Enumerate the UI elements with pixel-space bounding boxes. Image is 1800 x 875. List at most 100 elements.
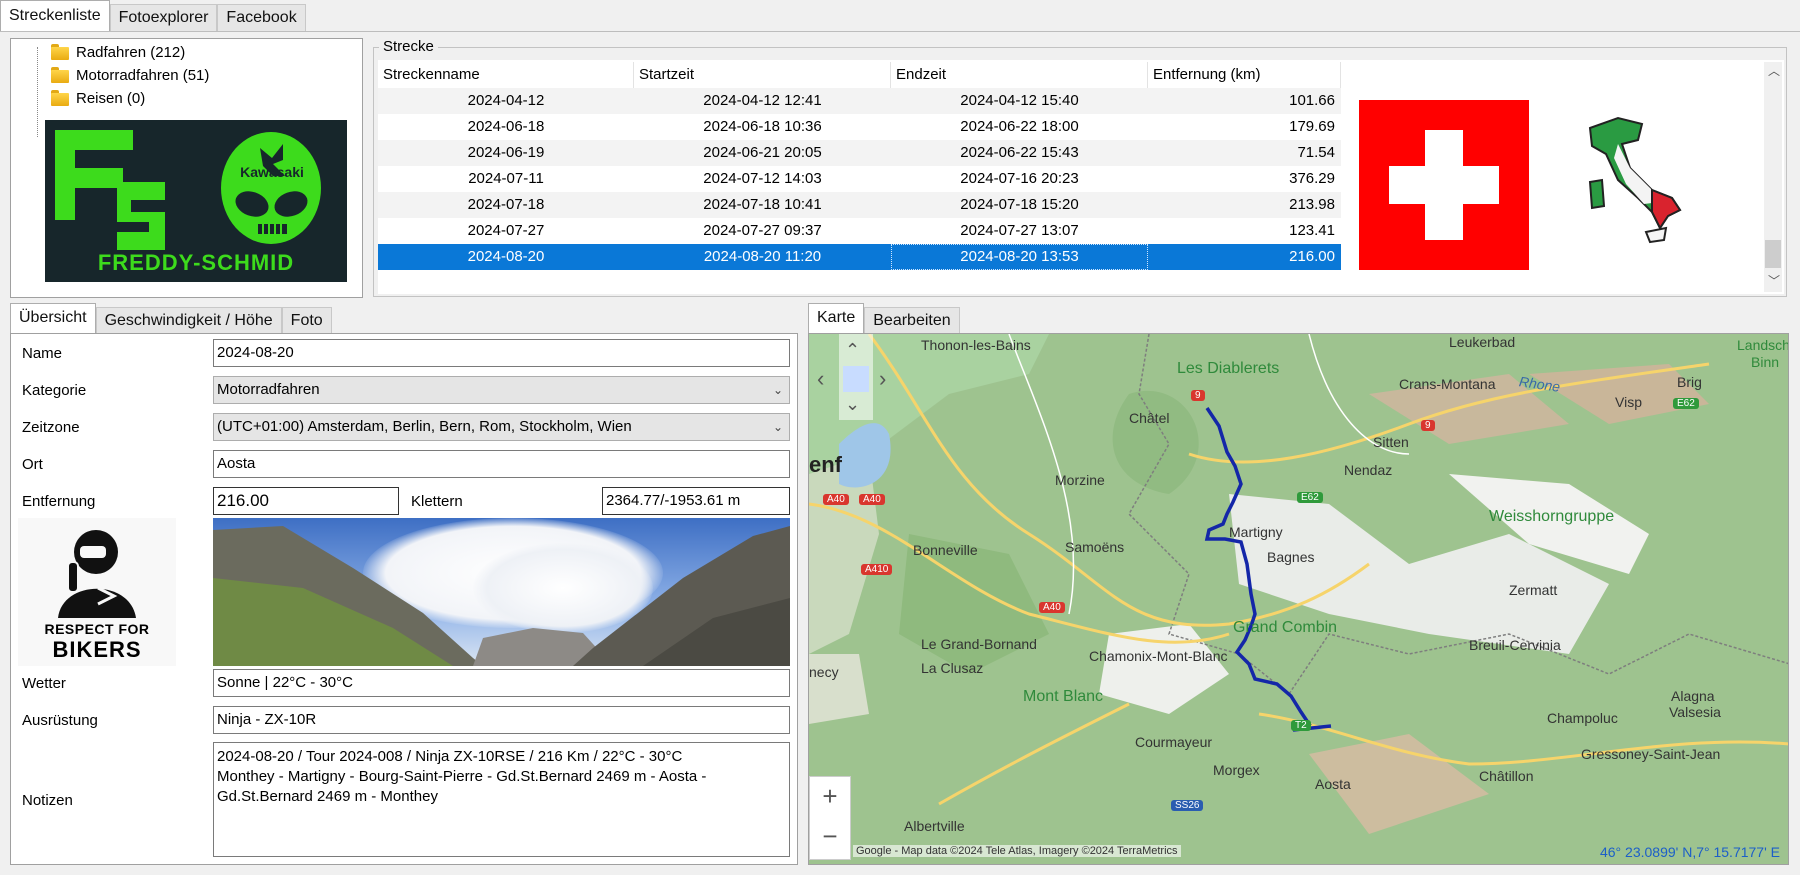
map-place-label: Châtel [1129, 410, 1170, 426]
map-attribution: Google - Map data ©2024 Tele Atlas, Imag… [853, 845, 1181, 857]
entfernung-field[interactable]: 216.00 [213, 487, 399, 515]
table-row[interactable]: 2024-06-18 2024-06-18 10:36 2024-06-22 1… [378, 114, 1341, 140]
cell-start: 2024-07-18 10:41 [703, 196, 822, 213]
table-row[interactable]: 2024-07-11 2024-07-12 14:03 2024-07-16 2… [378, 166, 1341, 192]
road-badge: A410 [861, 564, 893, 575]
col-streckenname[interactable]: Streckenname [378, 62, 634, 88]
cell-distance: 213.98 [1289, 196, 1335, 213]
tour-photo[interactable] [213, 518, 790, 666]
map-place-label: Brig [1677, 374, 1702, 390]
map-place-label: La Clusaz [921, 660, 984, 676]
tab-streckenliste[interactable]: Streckenliste [0, 0, 110, 32]
logo-brand-text: Kawasaki [240, 164, 304, 180]
tab-fotoexplorer[interactable]: Fotoexplorer [109, 4, 218, 32]
wetter-field[interactable]: Sonne | 22°C - 30°C [213, 669, 790, 697]
notizen-line: 2024-08-20 / Tour 2024-008 / Ninja ZX-10… [217, 748, 683, 765]
pan-up-icon[interactable]: ⌃ [845, 340, 860, 361]
tree-item-motorradfahren[interactable]: Motorradfahren (51) [51, 64, 209, 86]
col-entfernung[interactable]: Entfernung (km) [1148, 62, 1341, 88]
italy-map-image [1560, 110, 1710, 260]
cell-start: 2024-04-12 12:41 [703, 92, 822, 109]
tab-uebersicht[interactable]: Übersicht [10, 303, 96, 333]
road-badge: E62 [1673, 398, 1699, 409]
map-place-label: Chamonix-Mont-Blanc [1089, 648, 1228, 664]
road-badge: 9 [1421, 420, 1435, 431]
cell-name: 2024-08-20 [467, 248, 545, 265]
road-badge: SS26 [1171, 800, 1204, 811]
table-row-selected[interactable]: 2024-08-20 2024-08-20 11:20 2024-08-20 1… [378, 244, 1341, 270]
name-field[interactable]: 2024-08-20 [213, 339, 790, 367]
swiss-flag-image [1359, 100, 1529, 270]
map-place-label: Bonneville [913, 542, 978, 558]
map-place-label: Sitten [1373, 434, 1409, 450]
tab-foto[interactable]: Foto [281, 307, 332, 335]
tree-item-reisen[interactable]: Reisen (0) [51, 87, 145, 109]
italy-shape [1588, 116, 1682, 244]
map-place-label: Visp [1615, 394, 1642, 410]
notizen-textarea[interactable]: 2024-08-20 / Tour 2024-008 / Ninja ZX-10… [213, 742, 790, 857]
cell-end: 2024-07-18 15:20 [960, 196, 1079, 213]
map-view[interactable]: Thonon-les-Bains Les Diablerets Leukerba… [808, 333, 1789, 865]
map-place-label: Alagna [1671, 688, 1715, 704]
zoom-in-button[interactable]: + [810, 781, 850, 812]
scroll-thumb[interactable] [1765, 240, 1781, 268]
tree-item-label: Radfahren (212) [76, 43, 186, 61]
table-row[interactable]: 2024-07-27 2024-07-27 09:37 2024-07-27 1… [378, 218, 1341, 244]
pan-down-icon[interactable]: ⌄ [845, 394, 860, 415]
cell-name: 2024-07-11 [468, 170, 544, 187]
map-place-label: Châtillon [1479, 768, 1534, 784]
pan-left-icon[interactable]: ‹ [817, 366, 843, 392]
col-startzeit[interactable]: Startzeit [634, 62, 891, 88]
cell-end: 2024-04-12 15:40 [960, 92, 1079, 109]
table-row[interactable]: 2024-04-12 2024-04-12 12:41 2024-04-12 1… [378, 88, 1341, 114]
cell-name: 2024-04-12 [467, 92, 545, 109]
cell-end: 2024-07-27 13:07 [960, 222, 1079, 239]
kategorie-value: Motorradfahren [217, 381, 320, 398]
mountain-silhouette [213, 526, 790, 666]
kategorie-select[interactable]: Motorradfahren ⌄ [213, 376, 790, 404]
chevron-down-icon[interactable]: ⌄ [773, 377, 783, 403]
scroll-down-icon[interactable]: ﹀ [1768, 272, 1780, 289]
tab-divider [0, 31, 1800, 32]
table-row[interactable]: 2024-07-18 2024-07-18 10:41 2024-07-18 1… [378, 192, 1341, 218]
cell-name: 2024-06-19 [467, 144, 545, 161]
ort-field[interactable]: Aosta [213, 450, 790, 478]
ausruestung-field[interactable]: Ninja - ZX-10R [213, 706, 790, 734]
tab-bearbeiten[interactable]: Bearbeiten [864, 307, 960, 335]
map-place-label: enf [809, 452, 842, 477]
cell-distance: 101.66 [1289, 92, 1335, 109]
strecke-table-header: Streckenname Startzeit Endzeit Entfernun… [378, 62, 1341, 88]
tab-karte[interactable]: Karte [808, 303, 865, 333]
map-terrain [809, 334, 1788, 864]
map-place-label: Gressoney-Saint-Jean [1581, 746, 1721, 762]
pan-right-icon[interactable]: › [879, 366, 886, 392]
tree-item-radfahren[interactable]: Radfahren (212) [51, 41, 185, 63]
map-place-label: Nendaz [1344, 462, 1393, 478]
tab-geschwindigkeit-hoehe[interactable]: Geschwindigkeit / Höhe [95, 307, 282, 335]
cell-distance: 376.29 [1289, 170, 1335, 187]
zoom-out-button[interactable]: − [810, 821, 850, 852]
freddy-schmid-logo: Kawasaki FREDDY-SCHMID [45, 120, 347, 282]
pan-center-button[interactable] [843, 366, 869, 392]
col-endzeit[interactable]: Endzeit [891, 62, 1148, 88]
zeitzone-select[interactable]: (UTC+01:00) Amsterdam, Berlin, Bern, Rom… [213, 413, 790, 441]
map-place-label: Binn [1751, 354, 1780, 370]
road-badge: T2 [1291, 720, 1311, 731]
cell-end: 2024-08-20 13:53 [891, 244, 1148, 270]
tab-facebook[interactable]: Facebook [217, 4, 306, 32]
road-badge: A40 [859, 494, 885, 505]
chevron-down-icon[interactable]: ⌄ [773, 414, 783, 440]
cell-start: 2024-08-20 11:20 [703, 248, 822, 265]
main-tabbar: Streckenliste Fotoexplorer Facebook [0, 0, 306, 32]
map-place-label: Weisshorngruppe [1489, 508, 1615, 525]
ausruestung-label: Ausrüstung [22, 712, 98, 729]
klettern-field[interactable]: 2364.77/-1953.61 m [602, 487, 790, 515]
swiss-cross-horizontal [1389, 166, 1499, 204]
map-place-label: Grand Combin [1233, 619, 1338, 636]
scroll-up-icon[interactable]: ︿ [1768, 62, 1780, 79]
table-row[interactable]: 2024-06-19 2024-06-21 20:05 2024-06-22 1… [378, 140, 1341, 166]
folder-icon [51, 90, 69, 106]
zeitzone-value: (UTC+01:00) Amsterdam, Berlin, Bern, Rom… [217, 418, 632, 435]
map-place-label: Champoluc [1547, 710, 1618, 726]
strecke-list-scrollbar[interactable]: ︿ ﹀ [1764, 62, 1782, 292]
